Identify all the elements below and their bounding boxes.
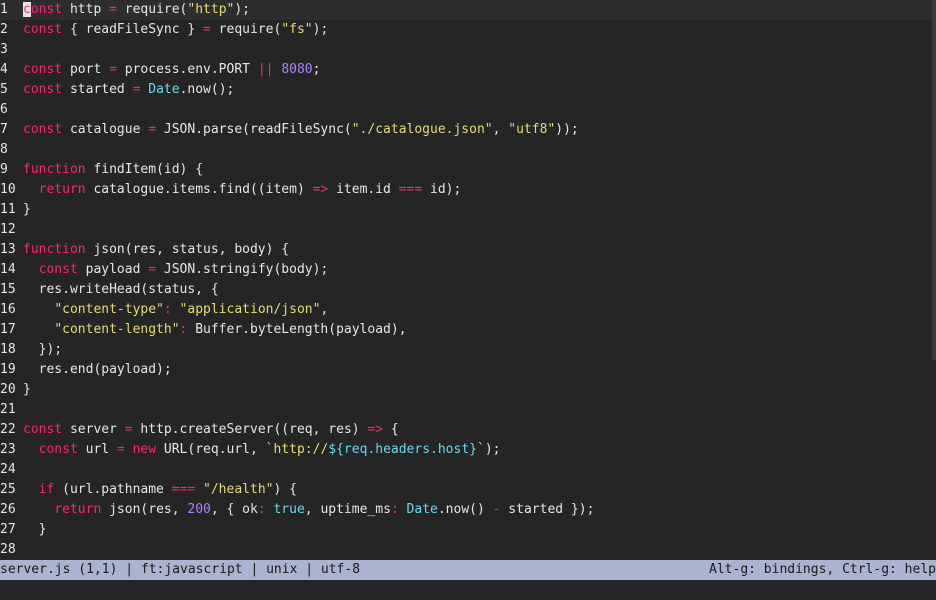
code-text: function json(res, status, body) { [23, 242, 290, 257]
line-number: 12 [0, 222, 16, 237]
code-line[interactable]: 5 const started = Date.now(); [0, 80, 936, 100]
code-line[interactable]: 8 [0, 140, 936, 160]
code-text: const catalogue = JSON.parse(readFileSyn… [23, 122, 579, 137]
code-line[interactable]: 25 if (url.pathname === "/health") { [0, 480, 936, 500]
code-line[interactable]: 19 res.end(payload); [0, 360, 936, 380]
code-line[interactable]: 13 function json(res, status, body) { [0, 240, 936, 260]
code-line[interactable]: 12 [0, 220, 936, 240]
line-number: 15 [0, 282, 16, 297]
line-number: 2 [0, 22, 8, 37]
code-text: }); [23, 342, 63, 357]
line-number: 7 [0, 122, 8, 137]
code-line[interactable]: 26 return json(res, 200, { ok: true, upt… [0, 500, 936, 520]
line-number: 8 [0, 142, 8, 157]
line-number: 14 [0, 262, 16, 277]
code-text: const port = process.env.PORT || 8080; [23, 62, 321, 77]
line-number: 25 [0, 482, 16, 497]
line-number: 26 [0, 502, 16, 517]
text-cursor: c [23, 2, 31, 17]
code-text: res.end(payload); [23, 362, 172, 377]
code-line[interactable]: 2 const { readFileSync } = require("fs"); [0, 20, 936, 40]
scrollbar[interactable] [932, 0, 936, 360]
line-number: 6 [0, 102, 8, 117]
code-text: } [23, 382, 31, 397]
code-line[interactable]: 9 function findItem(id) { [0, 160, 936, 180]
code-line[interactable]: 23 const url = new URL(req.url, `http://… [0, 440, 936, 460]
line-number: 22 [0, 422, 16, 437]
status-bar: server.js (1,1) | ft:javascript | unix |… [0, 560, 936, 580]
code-text: "content-length": Buffer.byteLength(payl… [54, 322, 407, 337]
line-number: 4 [0, 62, 8, 77]
line-number: 16 [0, 302, 16, 317]
status-keybinding-hint: Alt-g: bindings, Ctrl-g: help [709, 562, 936, 577]
code-text: "content-type": "application/json", [54, 302, 329, 317]
status-file-info: server.js (1,1) | ft:javascript | unix |… [0, 562, 361, 577]
code-text: const { readFileSync } = require("fs"); [23, 22, 329, 37]
line-number: 1 [0, 2, 8, 17]
code-text: return catalogue.items.find((item) => it… [38, 182, 462, 197]
code-text: function findItem(id) { [23, 162, 204, 177]
code-text: const http = require("http"); [23, 2, 251, 17]
code-text: const server = http.createServer((req, r… [23, 422, 399, 437]
code-text: const url = new URL(req.url, `http://${r… [38, 442, 501, 457]
code-line[interactable]: 21 [0, 400, 936, 420]
code-line[interactable]: 27 } [0, 520, 936, 540]
line-number: 20 [0, 382, 16, 397]
code-line[interactable]: 6 [0, 100, 936, 120]
code-line[interactable]: 11} [0, 200, 936, 220]
line-number: 23 [0, 442, 16, 457]
line-number: 9 [0, 162, 8, 177]
line-number: 10 [0, 182, 16, 197]
code-line[interactable]: 14 const payload = JSON.stringify(body); [0, 260, 936, 280]
command-line[interactable] [0, 580, 936, 600]
code-editor[interactable]: 1 const http = require("http"); 2 const { r… [0, 0, 936, 560]
code-line[interactable]: 10 return catalogue.items.find((item) =>… [0, 180, 936, 200]
code-line[interactable]: 28 [0, 540, 936, 560]
line-number: 17 [0, 322, 16, 337]
line-number: 21 [0, 402, 16, 417]
line-number: 27 [0, 522, 16, 537]
code-line[interactable]: 18 }); [0, 340, 936, 360]
code-text: return json(res, 200, { ok: true, uptime… [54, 502, 595, 517]
code-line[interactable]: 7 const catalogue = JSON.parse(readFileSy… [0, 120, 936, 140]
line-number: 11 [0, 202, 16, 217]
line-number: 19 [0, 362, 16, 377]
code-line[interactable]: 20} [0, 380, 936, 400]
line-number: 3 [0, 42, 8, 57]
line-number: 24 [0, 462, 16, 477]
code-line[interactable]: 22 const server = http.createServer((req,… [0, 420, 936, 440]
line-number: 28 [0, 542, 16, 557]
code-line[interactable]: 17 "content-length": Buffer.byteLength(p… [0, 320, 936, 340]
code-text: } [23, 522, 47, 537]
line-number: 18 [0, 342, 16, 357]
line-number: 5 [0, 82, 8, 97]
code-line[interactable]: 3 [0, 40, 936, 60]
code-line[interactable]: 1 const http = require("http"); [0, 0, 936, 20]
code-text: if (url.pathname === "/health") { [38, 482, 297, 497]
code-line[interactable]: 16 "content-type": "application/json", [0, 300, 936, 320]
code-text: } [23, 202, 31, 217]
code-text: res.writeHead(status, { [23, 282, 219, 297]
code-line[interactable]: 24 [0, 460, 936, 480]
line-number: 13 [0, 242, 16, 257]
code-text: const started = Date.now(); [23, 82, 235, 97]
code-line[interactable]: 15 res.writeHead(status, { [0, 280, 936, 300]
code-line[interactable]: 4 const port = process.env.PORT || 8080; [0, 60, 936, 80]
code-text: const payload = JSON.stringify(body); [38, 262, 329, 277]
